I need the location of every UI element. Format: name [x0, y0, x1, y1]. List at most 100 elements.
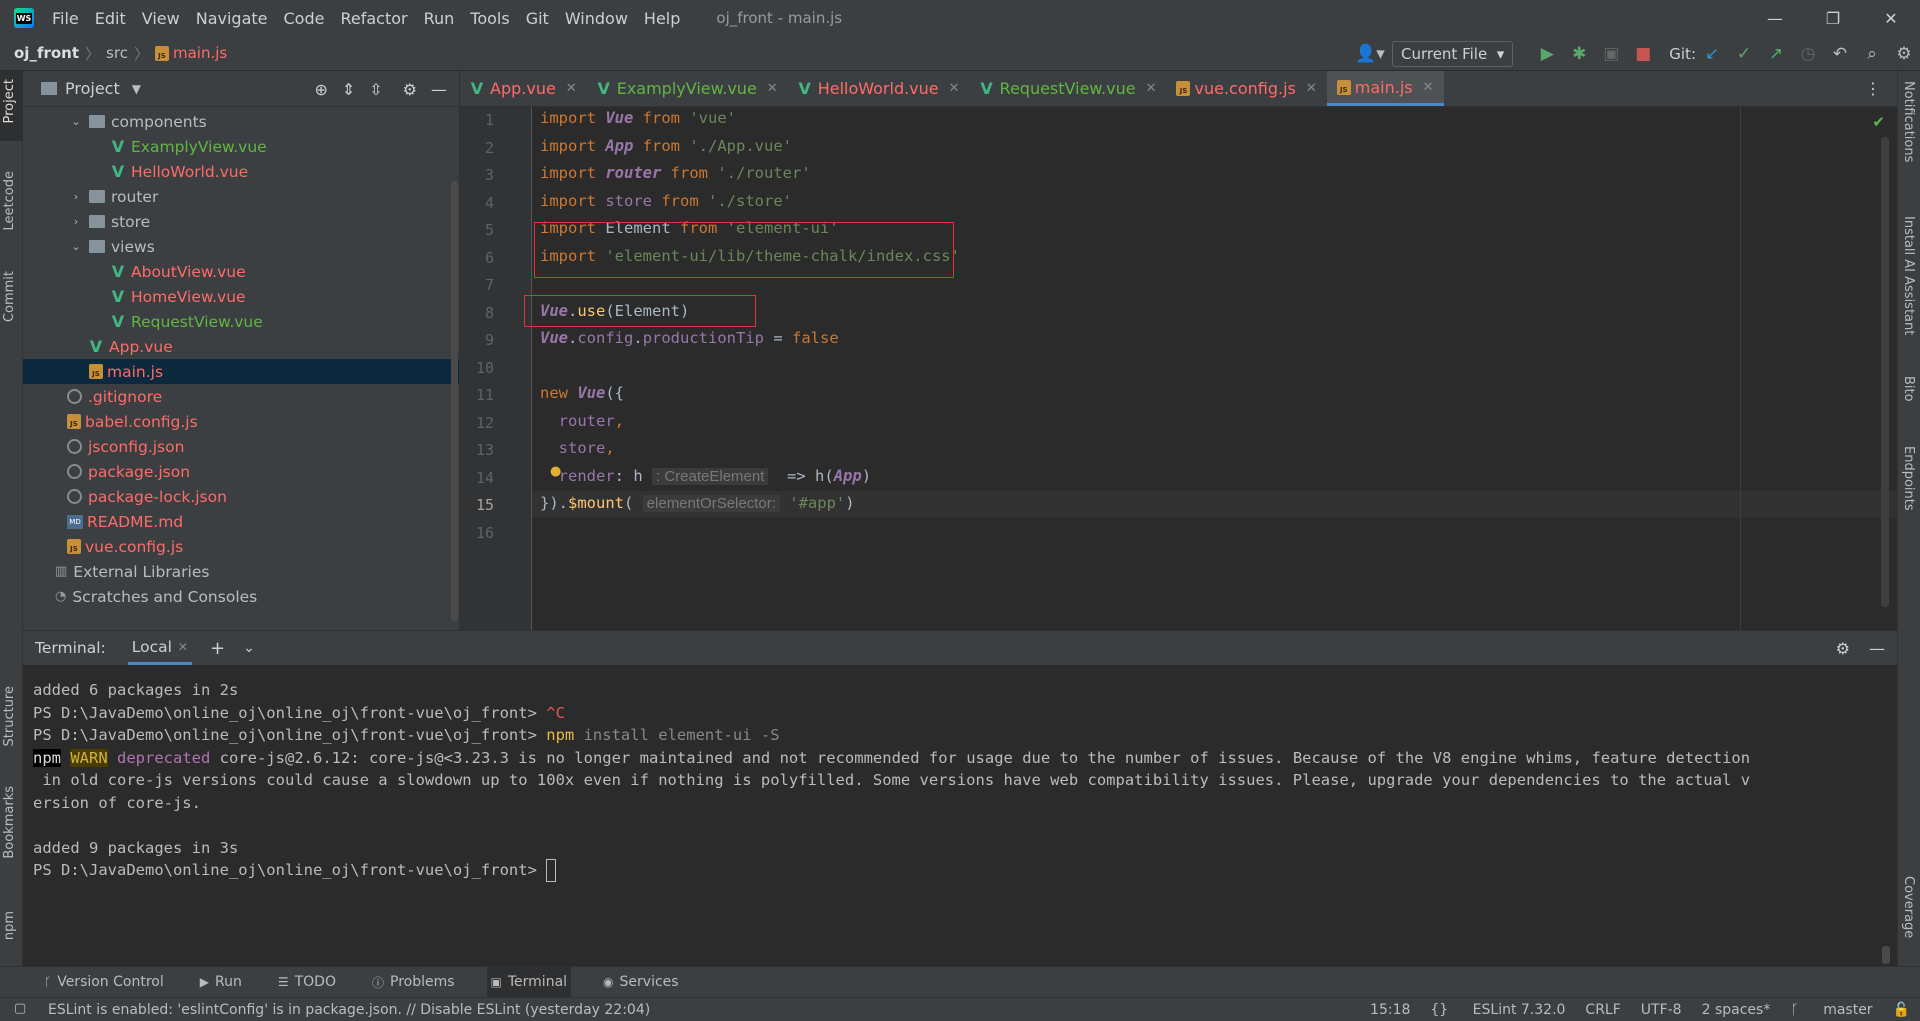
search-icon[interactable]: ⌕ [1856, 44, 1888, 64]
tree-item[interactable]: V ExamplyView.vue [23, 134, 459, 159]
caret-position[interactable]: 15:18 [1370, 1002, 1410, 1018]
git-commit-icon[interactable]: ✓ [1728, 44, 1760, 64]
editor-tab[interactable]: V App.vue ✕ [460, 71, 587, 106]
close-tab-icon[interactable]: ✕ [1306, 81, 1317, 96]
tool-window-terminal[interactable]: ▣ Terminal [486, 966, 572, 998]
lock-icon[interactable]: 🔓 [1893, 1002, 1910, 1018]
terminal-output[interactable]: added 6 packages in 2s PS D:\JavaDemo\onl… [23, 665, 1897, 965]
tree-item[interactable]: jsconfig.json [23, 434, 459, 459]
terminal-hide-icon[interactable]: — [1869, 639, 1885, 658]
tree-item[interactable]: V AboutView.vue [23, 259, 459, 284]
restore-icon[interactable]: ❐ [1804, 0, 1862, 36]
tree-item[interactable]: ▥ External Libraries [23, 559, 459, 584]
menu-help[interactable]: Help [644, 9, 680, 28]
tree-item[interactable]: ⌄ views [23, 234, 459, 259]
tree-item[interactable]: JS vue.config.js [23, 534, 459, 559]
editor-tab[interactable]: V HelloWorld.vue ✕ [788, 71, 970, 106]
editor-tab[interactable]: V RequestView.vue ✕ [970, 71, 1167, 106]
menu-refactor[interactable]: Refactor [340, 9, 407, 28]
tool-leetcode[interactable]: Leetcode [2, 171, 17, 230]
chevron-right-icon[interactable]: › [69, 190, 83, 203]
close-tab-icon[interactable]: ✕ [1423, 80, 1434, 95]
terminal-dropdown-icon[interactable]: ⌄ [243, 640, 255, 656]
locate-icon[interactable]: ⊕ [314, 80, 327, 99]
project-panel-title[interactable]: Project [65, 79, 120, 98]
menu-run[interactable]: Run [424, 9, 455, 28]
breadcrumb-project[interactable]: oj_front [14, 44, 79, 62]
git-push-icon[interactable]: ↗ [1760, 44, 1792, 64]
close-tab-icon[interactable]: ✕ [566, 81, 577, 96]
eslint-status[interactable]: {} ESLint 7.32.0 [1430, 1002, 1565, 1018]
settings-icon[interactable]: ⚙ [1888, 44, 1920, 64]
run-configuration-select[interactable]: Current File ▾ [1391, 40, 1514, 67]
editor-tab[interactable]: V ExamplyView.vue ✕ [587, 71, 788, 106]
collapse-all-icon[interactable]: ⇳ [369, 80, 382, 99]
terminal-scrollbar[interactable] [1882, 946, 1890, 964]
terminal-tab-local[interactable]: Local ✕ [127, 631, 192, 665]
indent-setting[interactable]: 2 spaces* [1702, 1002, 1771, 1018]
more-tabs-icon[interactable]: ⋮ [1865, 79, 1881, 98]
user-icon[interactable]: 👤▾ [1348, 44, 1392, 64]
tree-item[interactable]: V HomeView.vue [23, 284, 459, 309]
hide-icon[interactable]: — [431, 80, 447, 99]
tool-window-todo[interactable]: ☰ TODO [274, 967, 340, 998]
tree-item[interactable]: package.json [23, 459, 459, 484]
line-separator[interactable]: CRLF [1585, 1002, 1620, 1018]
close-icon[interactable]: ✕ [1862, 0, 1920, 36]
rollback-icon[interactable]: ↶ [1824, 44, 1856, 64]
gear-icon[interactable]: ⚙ [403, 80, 417, 99]
chevron-down-icon[interactable]: ⌄ [69, 115, 83, 128]
tool-commit[interactable]: Commit [2, 271, 17, 322]
minimize-icon[interactable]: — [1746, 0, 1804, 36]
tool-bookmarks[interactable]: Bookmarks [2, 786, 17, 859]
tree-item[interactable]: › store [23, 209, 459, 234]
layout-icon[interactable]: ▢ [14, 1001, 26, 1016]
breadcrumb-file[interactable]: JS main.js [154, 44, 227, 62]
tool-window-problems[interactable]: ⓘ Problems [368, 967, 459, 998]
chevron-down-icon[interactable]: ⌄ [69, 240, 83, 253]
git-history-icon[interactable]: ◷ [1792, 44, 1824, 64]
tool-coverage[interactable]: Coverage [1901, 876, 1916, 938]
git-update-icon[interactable]: ↙ [1696, 44, 1728, 64]
tree-item[interactable]: V RequestView.vue [23, 309, 459, 334]
tree-item[interactable]: ⌄ components [23, 109, 459, 134]
code-editor[interactable]: 1 2 3 4 5 6 7 8 9 10 11 12 13 14 15 16 import Vue from … [460, 107, 1897, 630]
tool-npm[interactable]: npm [2, 911, 17, 940]
tool-structure[interactable]: Structure [2, 686, 17, 746]
terminal-cursor[interactable] [546, 859, 557, 882]
menu-view[interactable]: View [142, 9, 180, 28]
tree-item[interactable]: JS main.js [23, 359, 459, 384]
tree-item[interactable]: V App.vue [23, 334, 459, 359]
coverage-icon[interactable]: ▣ [1595, 44, 1627, 64]
close-tab-icon[interactable]: ✕ [178, 640, 188, 654]
menu-file[interactable]: File [52, 9, 79, 28]
editor-tab[interactable]: JS main.js ✕ [1326, 71, 1444, 106]
file-encoding[interactable]: UTF-8 [1641, 1002, 1682, 1018]
tree-item[interactable]: ◔ Scratches and Consoles [23, 584, 459, 609]
tool-endpoints[interactable]: Endpoints [1901, 446, 1916, 511]
menu-tools[interactable]: Tools [470, 9, 509, 28]
debug-icon[interactable]: ✱ [1563, 44, 1595, 64]
tool-window-version-control[interactable]: ᚴ Version Control [40, 967, 168, 998]
editor-scrollbar[interactable] [1881, 137, 1889, 607]
menu-code[interactable]: Code [284, 9, 325, 28]
terminal-gear-icon[interactable]: ⚙ [1836, 639, 1850, 658]
tree-item[interactable]: V HelloWorld.vue [23, 159, 459, 184]
menu-edit[interactable]: Edit [95, 9, 126, 28]
tool-window-run[interactable]: ▶ Run [196, 967, 246, 998]
tool-project[interactable]: Project [2, 79, 17, 123]
git-branch[interactable]: ᚴ master [1790, 1002, 1872, 1018]
lightbulb-icon[interactable]: ● [550, 464, 561, 479]
close-tab-icon[interactable]: ✕ [1146, 81, 1157, 96]
tool-window-services[interactable]: ◉ Services [599, 967, 683, 998]
new-terminal-icon[interactable]: + [210, 638, 225, 659]
menu-git[interactable]: Git [526, 9, 549, 28]
editor-tab[interactable]: JS vue.config.js ✕ [1166, 71, 1326, 106]
chevron-down-icon[interactable]: ▼ [132, 82, 141, 96]
inspection-ok-icon[interactable]: ✔ [1872, 113, 1885, 131]
status-message[interactable]: ESLint is enabled: 'eslintConfig' is in … [48, 1002, 650, 1018]
menu-window[interactable]: Window [565, 9, 628, 28]
tree-item[interactable]: › router [23, 184, 459, 209]
close-tab-icon[interactable]: ✕ [949, 81, 960, 96]
tree-item[interactable]: MD README.md [23, 509, 459, 534]
